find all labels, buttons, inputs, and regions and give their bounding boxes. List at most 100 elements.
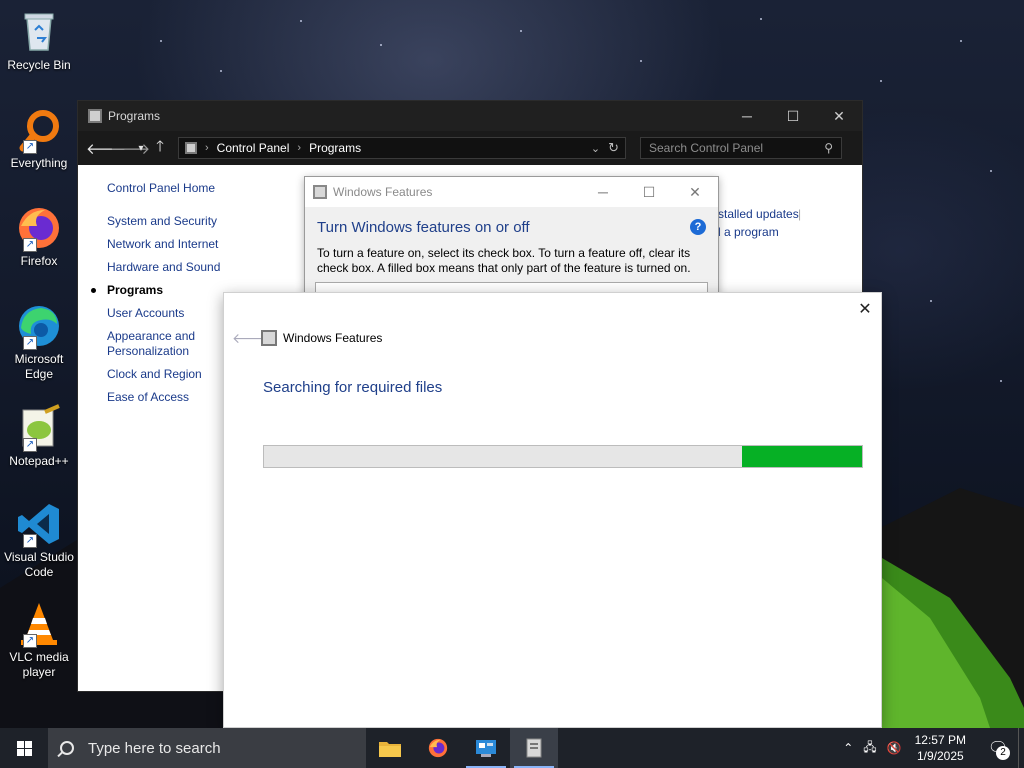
desktop-icon-notepadpp[interactable]: ↗ Notepad++ xyxy=(2,404,76,469)
close-button[interactable]: ✕ xyxy=(816,101,862,131)
sidebar-item-appearance[interactable]: Appearance and Personalization xyxy=(107,329,237,359)
windows-features-progress-dialog[interactable]: ✕ 🡐 Windows Features Searching for requi… xyxy=(223,292,882,728)
desktop-icon-label: Everything xyxy=(10,156,68,170)
desktop-icon-label: Recycle Bin xyxy=(7,58,71,72)
shortcut-arrow-icon: ↗ xyxy=(23,534,37,548)
sidebar: Control Panel Home System and Security N… xyxy=(91,181,237,413)
close-icon[interactable]: ✕ xyxy=(857,299,873,318)
desktop-icon-everything[interactable]: ↗ Everything xyxy=(2,106,76,171)
view-installed-updates-link[interactable]: stalled updates xyxy=(718,207,799,221)
dialog-title: Windows Features xyxy=(333,185,433,199)
window-title: Programs xyxy=(108,109,161,123)
taskbar-file-explorer[interactable] xyxy=(366,728,414,768)
address-dropdown-icon[interactable]: ⌄ xyxy=(591,142,600,155)
desktop-icon-edge[interactable]: ↗ Microsoft Edge xyxy=(2,302,76,382)
windows-features-icon xyxy=(261,330,277,346)
help-icon[interactable]: ? xyxy=(690,219,706,235)
minimize-button[interactable]: ─ xyxy=(724,101,770,131)
link-separator: | xyxy=(798,207,802,221)
up-arrow-icon[interactable]: 🡑 xyxy=(148,136,172,161)
desktop-icon-firefox[interactable]: ↗ Firefox xyxy=(2,204,76,269)
breadcrumb-separator-icon: › xyxy=(205,142,209,154)
vscode-icon: ↗ xyxy=(15,500,63,548)
vlc-icon: ↗ xyxy=(15,600,63,648)
control-panel-icon xyxy=(476,740,496,757)
file-explorer-icon xyxy=(379,742,401,757)
shortcut-arrow-icon: ↗ xyxy=(23,336,37,350)
sidebar-item-clock-region[interactable]: Clock and Region xyxy=(107,367,237,382)
control-panel-icon xyxy=(185,142,197,154)
navigation-bar: 🡐 🡒 ▾ 🡑 › Control Panel › Programs ⌄ ↻ S… xyxy=(78,131,862,165)
clock-time: 12:57 PM xyxy=(914,733,966,747)
shortcut-arrow-icon: ↗ xyxy=(23,634,37,648)
notepadpp-icon: ↗ xyxy=(15,404,63,452)
maximize-button[interactable]: ☐ xyxy=(770,101,816,131)
recent-locations-chevron-icon[interactable]: ▾ xyxy=(134,143,148,154)
desktop-icon-label: Microsoft Edge xyxy=(14,352,64,381)
sidebar-item-home[interactable]: Control Panel Home xyxy=(107,181,237,196)
firefox-icon xyxy=(428,738,448,758)
sidebar-item-ease-of-access[interactable]: Ease of Access xyxy=(107,390,237,405)
desktop-icon-vscode[interactable]: ↗ Visual Studio Code xyxy=(2,500,76,580)
taskbar-windows-features[interactable] xyxy=(510,728,558,768)
progress-dialog-header: Windows Features xyxy=(261,330,382,346)
back-arrow-icon[interactable]: 🡐 xyxy=(86,139,126,158)
shortcut-arrow-icon: ↗ xyxy=(23,140,37,154)
show-hidden-icons-chevron-icon[interactable]: ⌃ xyxy=(843,741,853,755)
taskbar: Type here to search ⌃ 🖧 🔇 12:57 PM 1/9/2… xyxy=(0,728,1024,768)
taskbar-firefox[interactable] xyxy=(414,728,462,768)
breadcrumb-control-panel[interactable]: Control Panel xyxy=(217,141,290,155)
clock[interactable]: 12:57 PM 1/9/2025 xyxy=(915,732,966,764)
sidebar-item-network[interactable]: Network and Internet xyxy=(107,237,237,252)
uninstall-program-link[interactable]: l a program xyxy=(718,225,779,239)
minimize-button[interactable]: ─ xyxy=(580,177,626,207)
desktop-icon-vlc[interactable]: ↗ VLC media player xyxy=(2,600,76,680)
edge-icon: ↗ xyxy=(15,302,63,350)
start-button[interactable] xyxy=(0,728,48,768)
search-icon: ⚲ xyxy=(824,141,833,155)
breadcrumb-separator-icon: › xyxy=(297,142,302,154)
close-button[interactable]: ✕ xyxy=(672,177,718,207)
action-center-button[interactable]: 🗨 2 xyxy=(978,738,1018,760)
dialog-description: To turn a feature on, select its check b… xyxy=(317,246,691,275)
desktop-icon-label: Visual Studio Code xyxy=(4,550,74,579)
desktop-icon-label: VLC media player xyxy=(9,650,69,679)
control-panel-titlebar[interactable]: Programs ─ ☐ ✕ xyxy=(78,101,862,131)
sidebar-item-programs[interactable]: Programs xyxy=(91,283,237,298)
windows-logo-icon xyxy=(16,740,32,756)
taskbar-search-box[interactable]: Type here to search xyxy=(48,728,366,768)
sidebar-item-hardware[interactable]: Hardware and Sound xyxy=(107,260,237,275)
breadcrumb-programs[interactable]: Programs xyxy=(309,141,361,155)
firefox-icon: ↗ xyxy=(15,204,63,252)
refresh-icon[interactable]: ↻ xyxy=(608,140,619,156)
recycle-bin-icon xyxy=(15,8,63,56)
windows-features-dialog[interactable]: Windows Features ─ ☐ ✕ Turn Windows feat… xyxy=(304,176,719,306)
shortcut-arrow-icon: ↗ xyxy=(23,438,37,452)
progress-status-text: Searching for required files xyxy=(263,379,443,396)
notification-count-badge: 2 xyxy=(996,746,1010,760)
windows-features-icon xyxy=(313,185,327,199)
forward-arrow-icon[interactable]: 🡒 xyxy=(110,139,150,158)
taskbar-control-panel[interactable] xyxy=(462,728,510,768)
search-icon xyxy=(60,741,74,755)
desktop-icon-recycle-bin[interactable]: Recycle Bin xyxy=(2,8,76,73)
progress-dialog-title: Windows Features xyxy=(283,331,383,345)
system-tray: ⌃ 🖧 🔇 12:57 PM 1/9/2025 🗨 2 xyxy=(838,728,1024,768)
progress-bar-fill xyxy=(742,446,862,467)
windows-features-titlebar[interactable]: Windows Features ─ ☐ ✕ xyxy=(305,177,718,207)
everything-search-icon: ↗ xyxy=(15,106,63,154)
sidebar-item-user-accounts[interactable]: User Accounts xyxy=(107,306,237,321)
maximize-button[interactable]: ☐ xyxy=(626,177,672,207)
show-desktop-button[interactable] xyxy=(1018,728,1024,768)
volume-muted-icon[interactable]: 🔇 xyxy=(887,741,902,755)
sidebar-item-system-security[interactable]: System and Security xyxy=(107,214,237,229)
search-placeholder: Search Control Panel xyxy=(649,141,764,155)
shortcut-arrow-icon: ↗ xyxy=(23,238,37,252)
windows-features-icon xyxy=(526,738,542,758)
search-input[interactable]: Search Control Panel ⚲ xyxy=(640,137,842,159)
clock-date: 1/9/2025 xyxy=(916,749,964,763)
address-bar[interactable]: › Control Panel › Programs ⌄ ↻ xyxy=(178,137,626,159)
dialog-heading: Turn Windows features on or off xyxy=(317,219,530,236)
network-icon[interactable]: 🖧 xyxy=(863,738,876,759)
taskbar-search-placeholder: Type here to search xyxy=(88,739,221,757)
